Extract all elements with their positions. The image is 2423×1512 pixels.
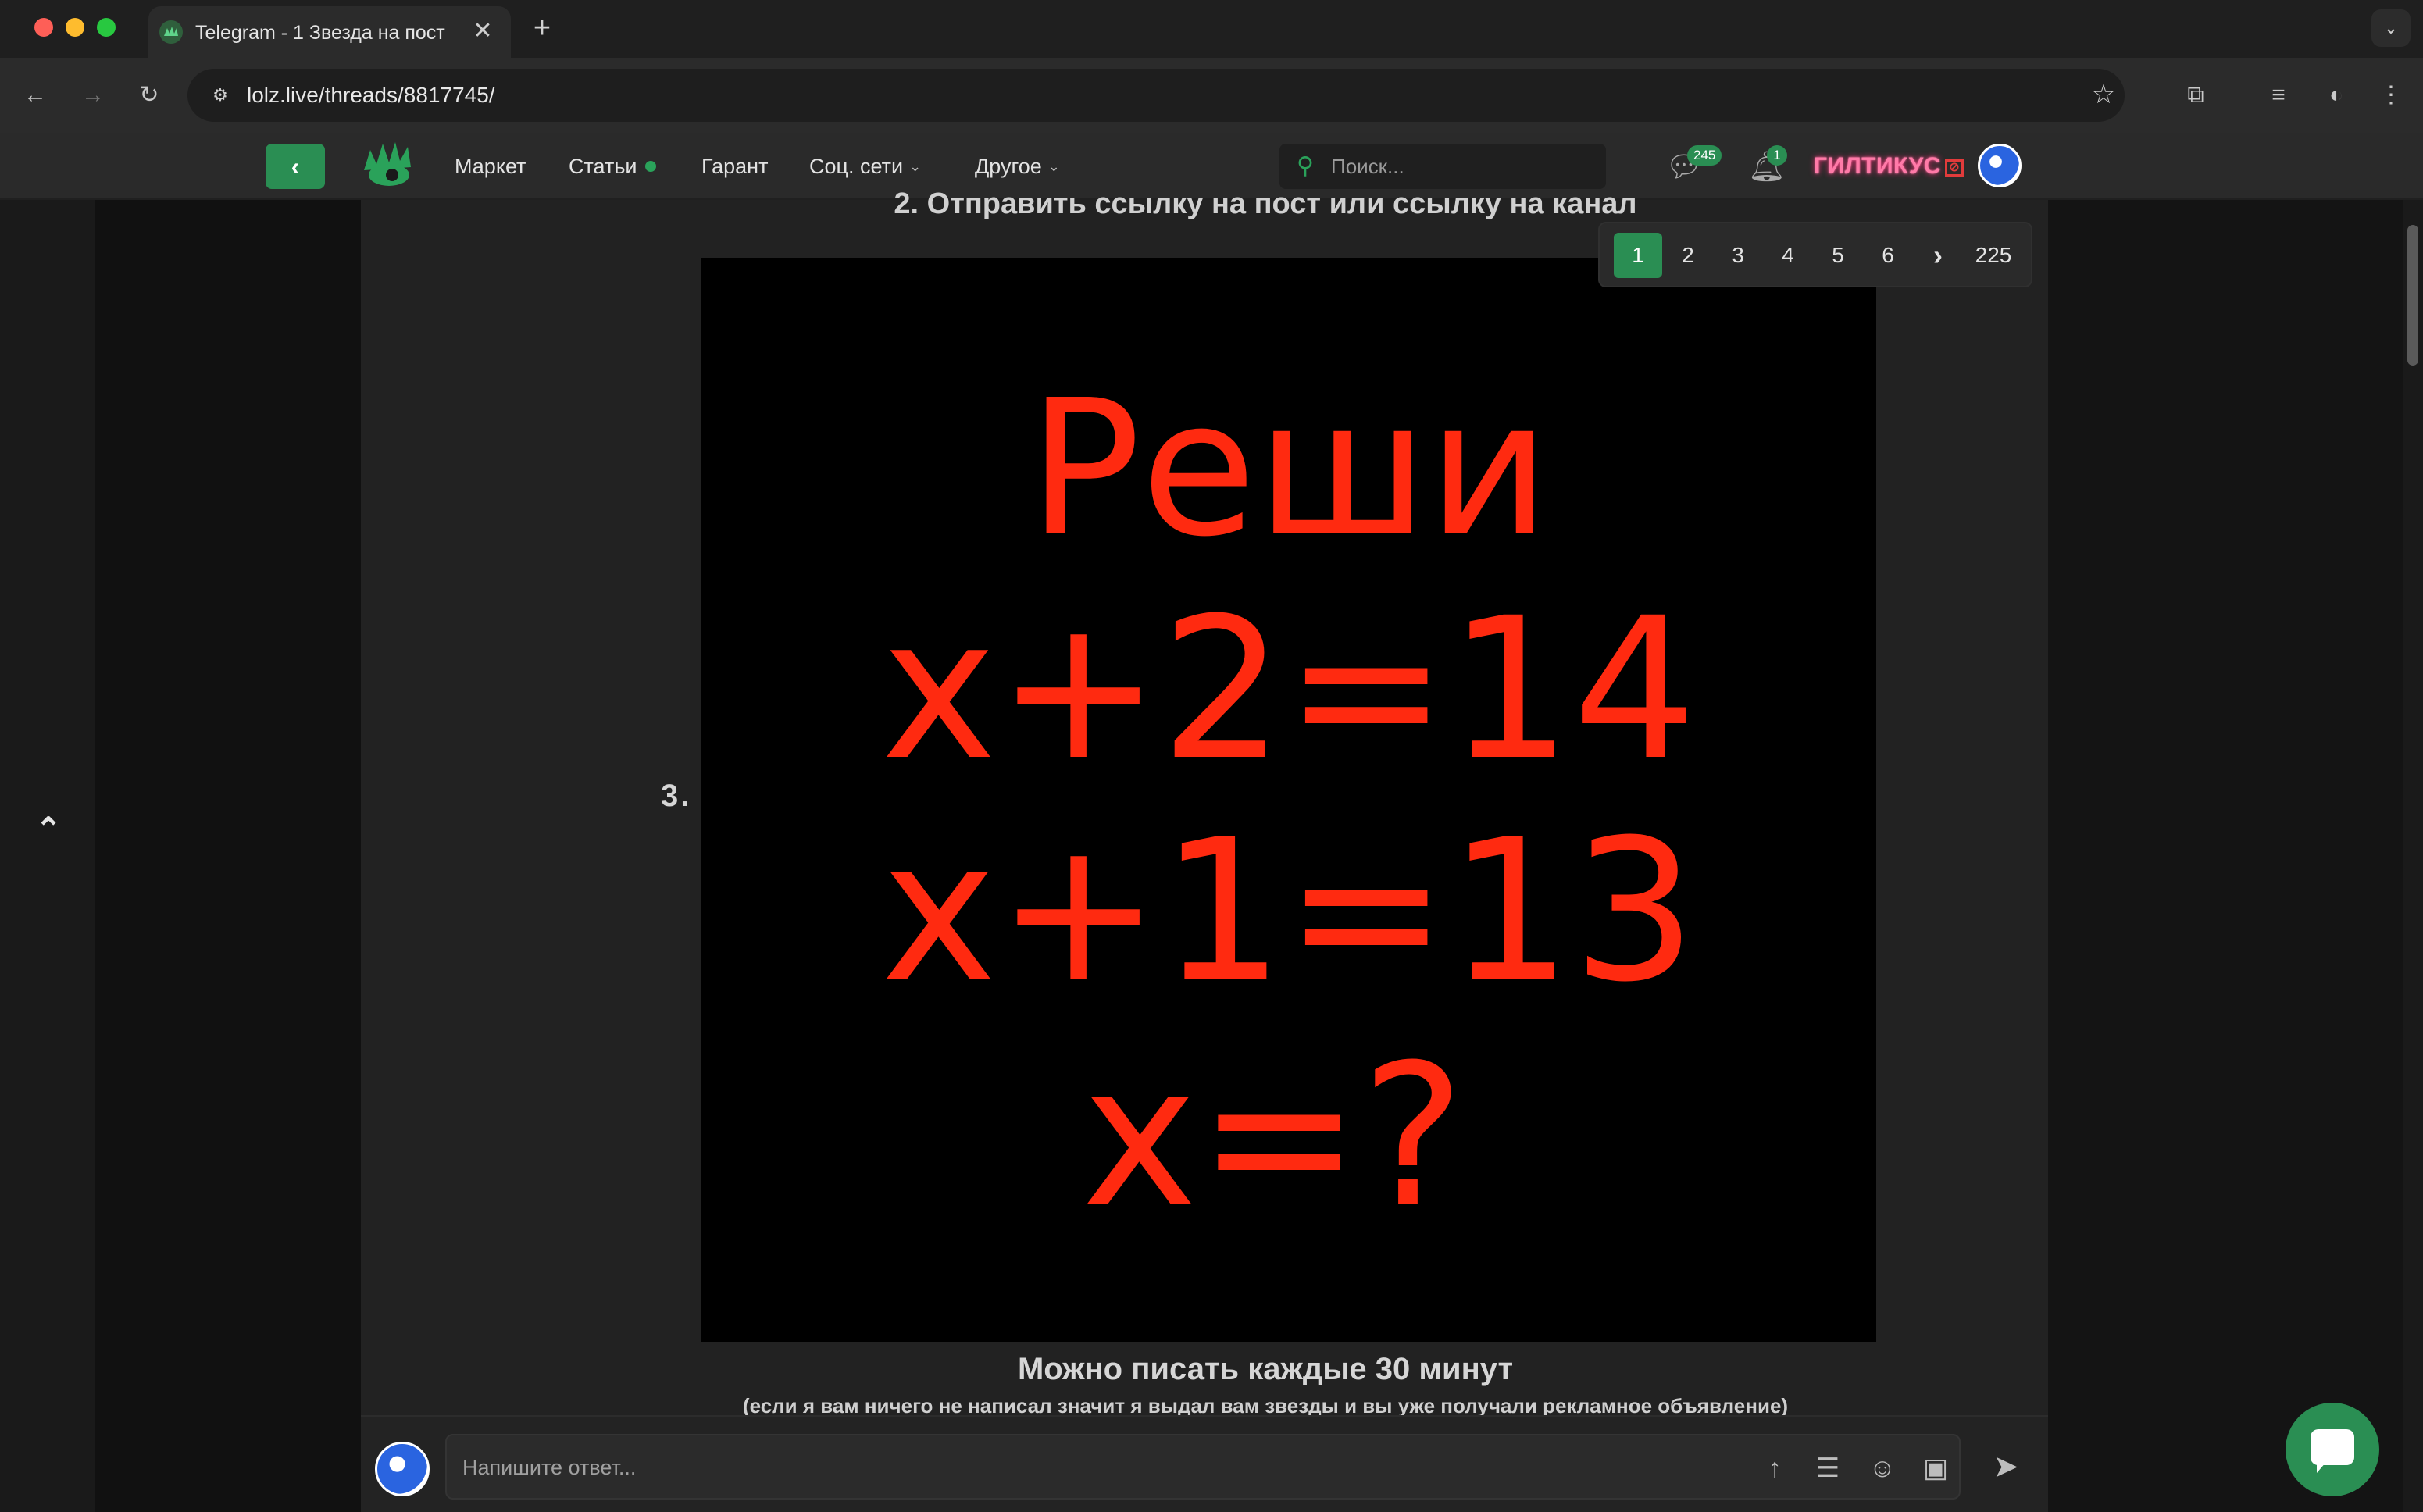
browser-tab-active[interactable]: Telegram - 1 Звезда на пост ✕: [148, 6, 511, 58]
reply-editor: ↑ ☰ ☺ ▣: [445, 1434, 1961, 1500]
chat-bubble-tail-icon: [2317, 1462, 2334, 1473]
nav-social-label: Соц. сети: [809, 155, 904, 178]
tab-title: Telegram - 1 Звезда на пост: [195, 22, 445, 44]
post-step-3-label: 3.: [661, 779, 692, 813]
tab-close-icon[interactable]: ✕: [467, 16, 498, 47]
page-4-link[interactable]: 4: [1764, 233, 1812, 278]
tab-search-chevron-down-icon[interactable]: ⌄: [2371, 9, 2411, 47]
chevron-down-icon: ⌄: [909, 159, 922, 174]
banned-flag-icon: ⊘: [1945, 159, 1964, 177]
image-line-3: x+1=13: [880, 797, 1697, 1025]
browser-tab-bar: Telegram - 1 Звезда на пост ✕ + ⌄: [0, 0, 2423, 58]
page-2-link[interactable]: 2: [1664, 233, 1712, 278]
last-page-link[interactable]: 225: [1964, 233, 2023, 278]
chat-fab-button[interactable]: [2286, 1403, 2379, 1496]
reload-icon[interactable]: ↻: [130, 76, 169, 115]
send-icon[interactable]: ➤: [1984, 1445, 2028, 1489]
maximize-window-button[interactable]: [97, 18, 116, 37]
image-line-1: Реши: [1028, 359, 1550, 578]
back-arrow-icon[interactable]: ←: [16, 76, 55, 115]
image-line-2: x+2=14: [880, 576, 1697, 803]
left-margin: [95, 200, 361, 1512]
left-rail: [0, 200, 95, 1512]
notifications-count-badge: 1: [1767, 145, 1787, 166]
site-settings-icon[interactable]: ⚙: [203, 78, 237, 112]
emoji-icon[interactable]: ☺: [1864, 1450, 1901, 1487]
browser-menu-icon[interactable]: ⋮: [2371, 76, 2411, 115]
reply-avatar: [375, 1442, 430, 1496]
right-margin: [2048, 200, 2403, 1512]
minimize-window-button[interactable]: [66, 18, 84, 37]
search-icon: ⚲: [1297, 153, 1314, 179]
nav-guarantor-link[interactable]: Гарант: [701, 148, 768, 184]
nav-articles-label: Статьи: [569, 155, 637, 178]
avatar[interactable]: [1978, 144, 2022, 187]
post-note-sub: (если я вам ничего не написал значит я в…: [742, 1394, 1789, 1417]
site-search: ⚲: [1279, 144, 1606, 189]
extensions-puzzle-icon[interactable]: ⧉: [2176, 76, 2215, 115]
upload-arrow-icon[interactable]: ↑: [1756, 1450, 1793, 1487]
url-text[interactable]: lolz.live/threads/8817745/: [247, 80, 495, 111]
address-bar[interactable]: ⚙ lolz.live/threads/8817745/ ☆: [187, 69, 2125, 122]
chevron-down-icon: ⌄: [1047, 159, 1060, 174]
page-3-link[interactable]: 3: [1714, 233, 1762, 278]
chat-bubble-icon: [2311, 1429, 2354, 1465]
next-page-chevron-right-icon[interactable]: ›: [1914, 233, 1962, 278]
nav-other-label: Другое: [975, 155, 1042, 178]
quick-reply-bar: ↑ ☰ ☺ ▣ ➤: [361, 1415, 2048, 1512]
bookmark-star-icon[interactable]: ☆: [2086, 77, 2121, 112]
page-6-link[interactable]: 6: [1864, 233, 1912, 278]
browser-toolbar: ← → ↻ ⚙ lolz.live/threads/8817745/ ☆ ⧉ ≡…: [0, 58, 2423, 133]
online-dot-icon: [644, 161, 656, 172]
nav-social-dropdown[interactable]: Соц. сети ⌄: [809, 148, 921, 184]
forward-arrow-icon[interactable]: →: [73, 76, 112, 115]
username-link[interactable]: ГИЛТИКУС: [1814, 147, 1941, 186]
messages-count-badge: 245: [1687, 145, 1722, 166]
post-note-main: Можно писать каждые 30 минут: [1017, 1352, 1514, 1386]
media-controls-icon[interactable]: ≡: [2259, 76, 2298, 115]
page-5-link[interactable]: 5: [1814, 233, 1862, 278]
page-1-link[interactable]: 1: [1614, 233, 1662, 278]
close-window-button[interactable]: [34, 18, 53, 37]
pagination: 1 2 3 4 5 6 › 225: [1598, 222, 2032, 287]
scroll-to-top-chevron-up-icon[interactable]: ⌃: [23, 808, 73, 851]
site-logo-icon[interactable]: [359, 136, 419, 195]
nav-other-dropdown[interactable]: Другое ⌄: [975, 148, 1060, 184]
reply-input[interactable]: [462, 1450, 1712, 1485]
image-upload-icon[interactable]: ▣: [1917, 1450, 1954, 1487]
nav-articles-link[interactable]: Статьи: [569, 148, 656, 184]
post-step-2-text: 2. Отправить ссылку на пост или ссылку н…: [894, 187, 1637, 220]
post-image[interactable]: Реши x+2=14 x+1=13 x=?: [701, 258, 1876, 1342]
new-tab-button[interactable]: +: [525, 11, 559, 45]
image-line-4: x=?: [1081, 1022, 1465, 1250]
nav-market-link[interactable]: Маркет: [455, 148, 526, 184]
scrollbar-track[interactable]: [2403, 200, 2423, 1512]
profile-icon[interactable]: ◐: [2317, 76, 2356, 115]
list-format-icon[interactable]: ☰: [1809, 1450, 1847, 1487]
search-input[interactable]: [1331, 150, 1597, 183]
scrollbar-thumb[interactable]: [2407, 225, 2418, 366]
site-favicon-icon: [159, 20, 183, 44]
sidebar-toggle-button[interactable]: ‹: [266, 144, 325, 189]
